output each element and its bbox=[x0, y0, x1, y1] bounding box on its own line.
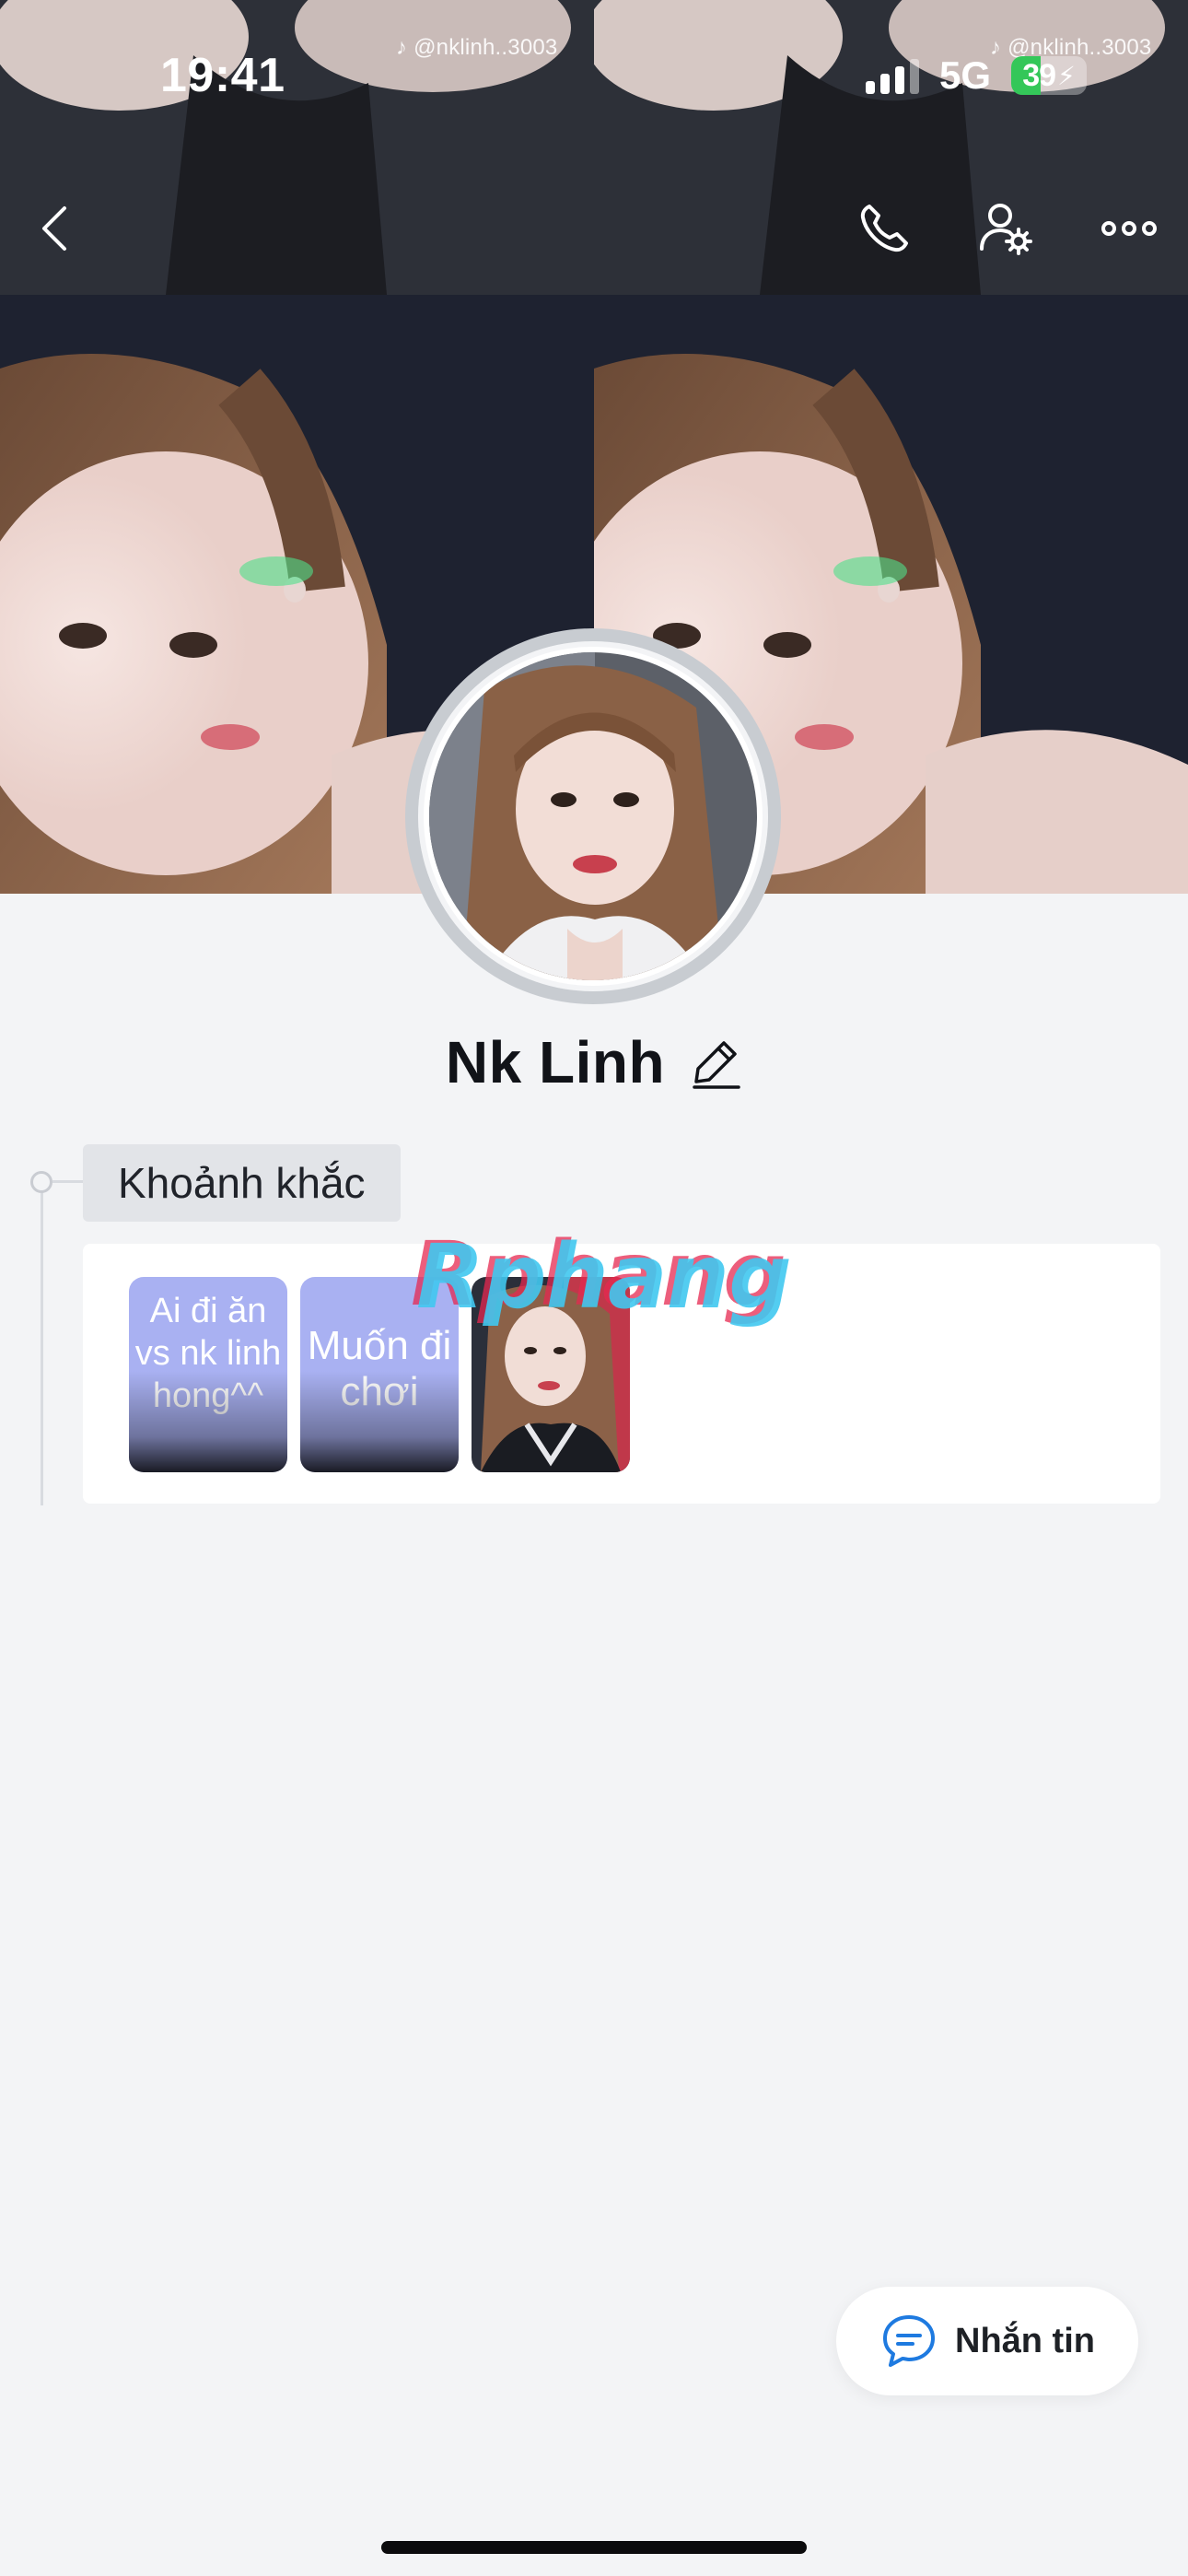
more-button[interactable] bbox=[1092, 192, 1166, 265]
battery-icon: 39 ⚡ bbox=[1011, 56, 1087, 95]
timeline-line bbox=[41, 1181, 43, 1505]
image-watermark: Rphang bbox=[416, 1225, 792, 1329]
moments-label: Khoảnh khắc bbox=[83, 1144, 401, 1222]
home-indicator[interactable] bbox=[381, 2541, 807, 2554]
avatar[interactable] bbox=[405, 628, 781, 1004]
status-indicators: 5G 39 ⚡ bbox=[865, 53, 1087, 98]
status-time: 19:41 bbox=[160, 49, 285, 102]
timeline-connector bbox=[52, 1180, 84, 1183]
pencil-icon[interactable] bbox=[689, 1036, 742, 1089]
tiktok-icon: ♪ bbox=[396, 35, 408, 60]
phone-icon bbox=[860, 205, 908, 252]
signal-icon bbox=[865, 57, 919, 94]
cover-watermark-left-text: @nklinh..3003 bbox=[413, 35, 558, 60]
call-button[interactable] bbox=[847, 192, 921, 265]
more-dots-icon bbox=[1101, 221, 1157, 236]
message-button-label: Nhắn tin bbox=[955, 2321, 1095, 2360]
battery-text: 39 bbox=[1022, 57, 1056, 93]
cover-watermark-left: ♪ @nklinh..3003 bbox=[396, 35, 557, 61]
profile-name: Nk Linh bbox=[445, 1029, 666, 1095]
avatar-photo bbox=[429, 652, 757, 980]
charging-icon: ⚡ bbox=[1057, 61, 1076, 90]
timeline-dot bbox=[30, 1171, 52, 1193]
profile-screen: ♪ @nklinh..3003 ♪ @nklinh..3003 19:41 5G… bbox=[0, 0, 1188, 2576]
user-gear-icon bbox=[980, 204, 1032, 255]
profile-name-row: Nk Linh bbox=[0, 1028, 1188, 1096]
message-button[interactable]: Nhắn tin bbox=[836, 2287, 1138, 2395]
moment-item[interactable]: Ai đi ăn vs nk linh hong^^ bbox=[129, 1277, 287, 1472]
network-type: 5G bbox=[938, 53, 991, 97]
chat-bubble-icon bbox=[883, 2315, 935, 2367]
profile-settings-button[interactable] bbox=[969, 192, 1042, 265]
moment-text: Ai đi ăn vs nk linh hong^^ bbox=[134, 1292, 282, 1415]
back-button[interactable] bbox=[20, 192, 94, 265]
chevron-left-icon bbox=[42, 206, 66, 251]
